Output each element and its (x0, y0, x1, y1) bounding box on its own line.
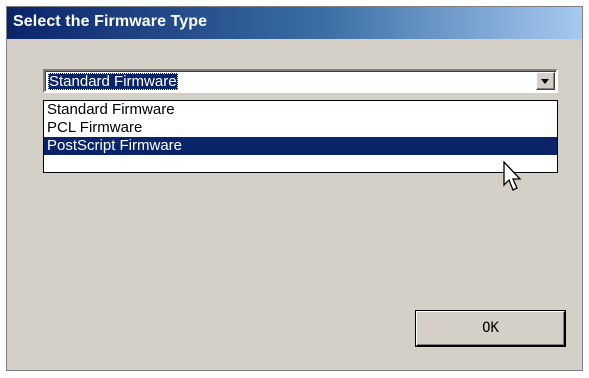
firmware-type-select[interactable]: Standard Firmware (43, 69, 558, 93)
option-pcl-firmware[interactable]: PCL Firmware (44, 119, 557, 137)
option-standard-firmware[interactable]: Standard Firmware (44, 101, 557, 119)
firmware-dialog: Select the Firmware Type Standard Firmwa… (6, 6, 583, 371)
dialog-title: Select the Firmware Type (13, 13, 208, 30)
mouse-pointer-icon (503, 161, 522, 191)
ok-button[interactable]: OK (416, 311, 565, 346)
dropdown-toggle-button[interactable] (536, 72, 555, 90)
chevron-down-icon (541, 79, 549, 84)
option-postscript-firmware[interactable]: PostScript Firmware (44, 137, 557, 155)
dialog-titlebar[interactable]: Select the Firmware Type (7, 7, 582, 39)
firmware-type-selected-value: Standard Firmware (48, 73, 178, 90)
firmware-type-options-list: Standard Firmware PCL Firmware PostScrip… (43, 100, 558, 173)
